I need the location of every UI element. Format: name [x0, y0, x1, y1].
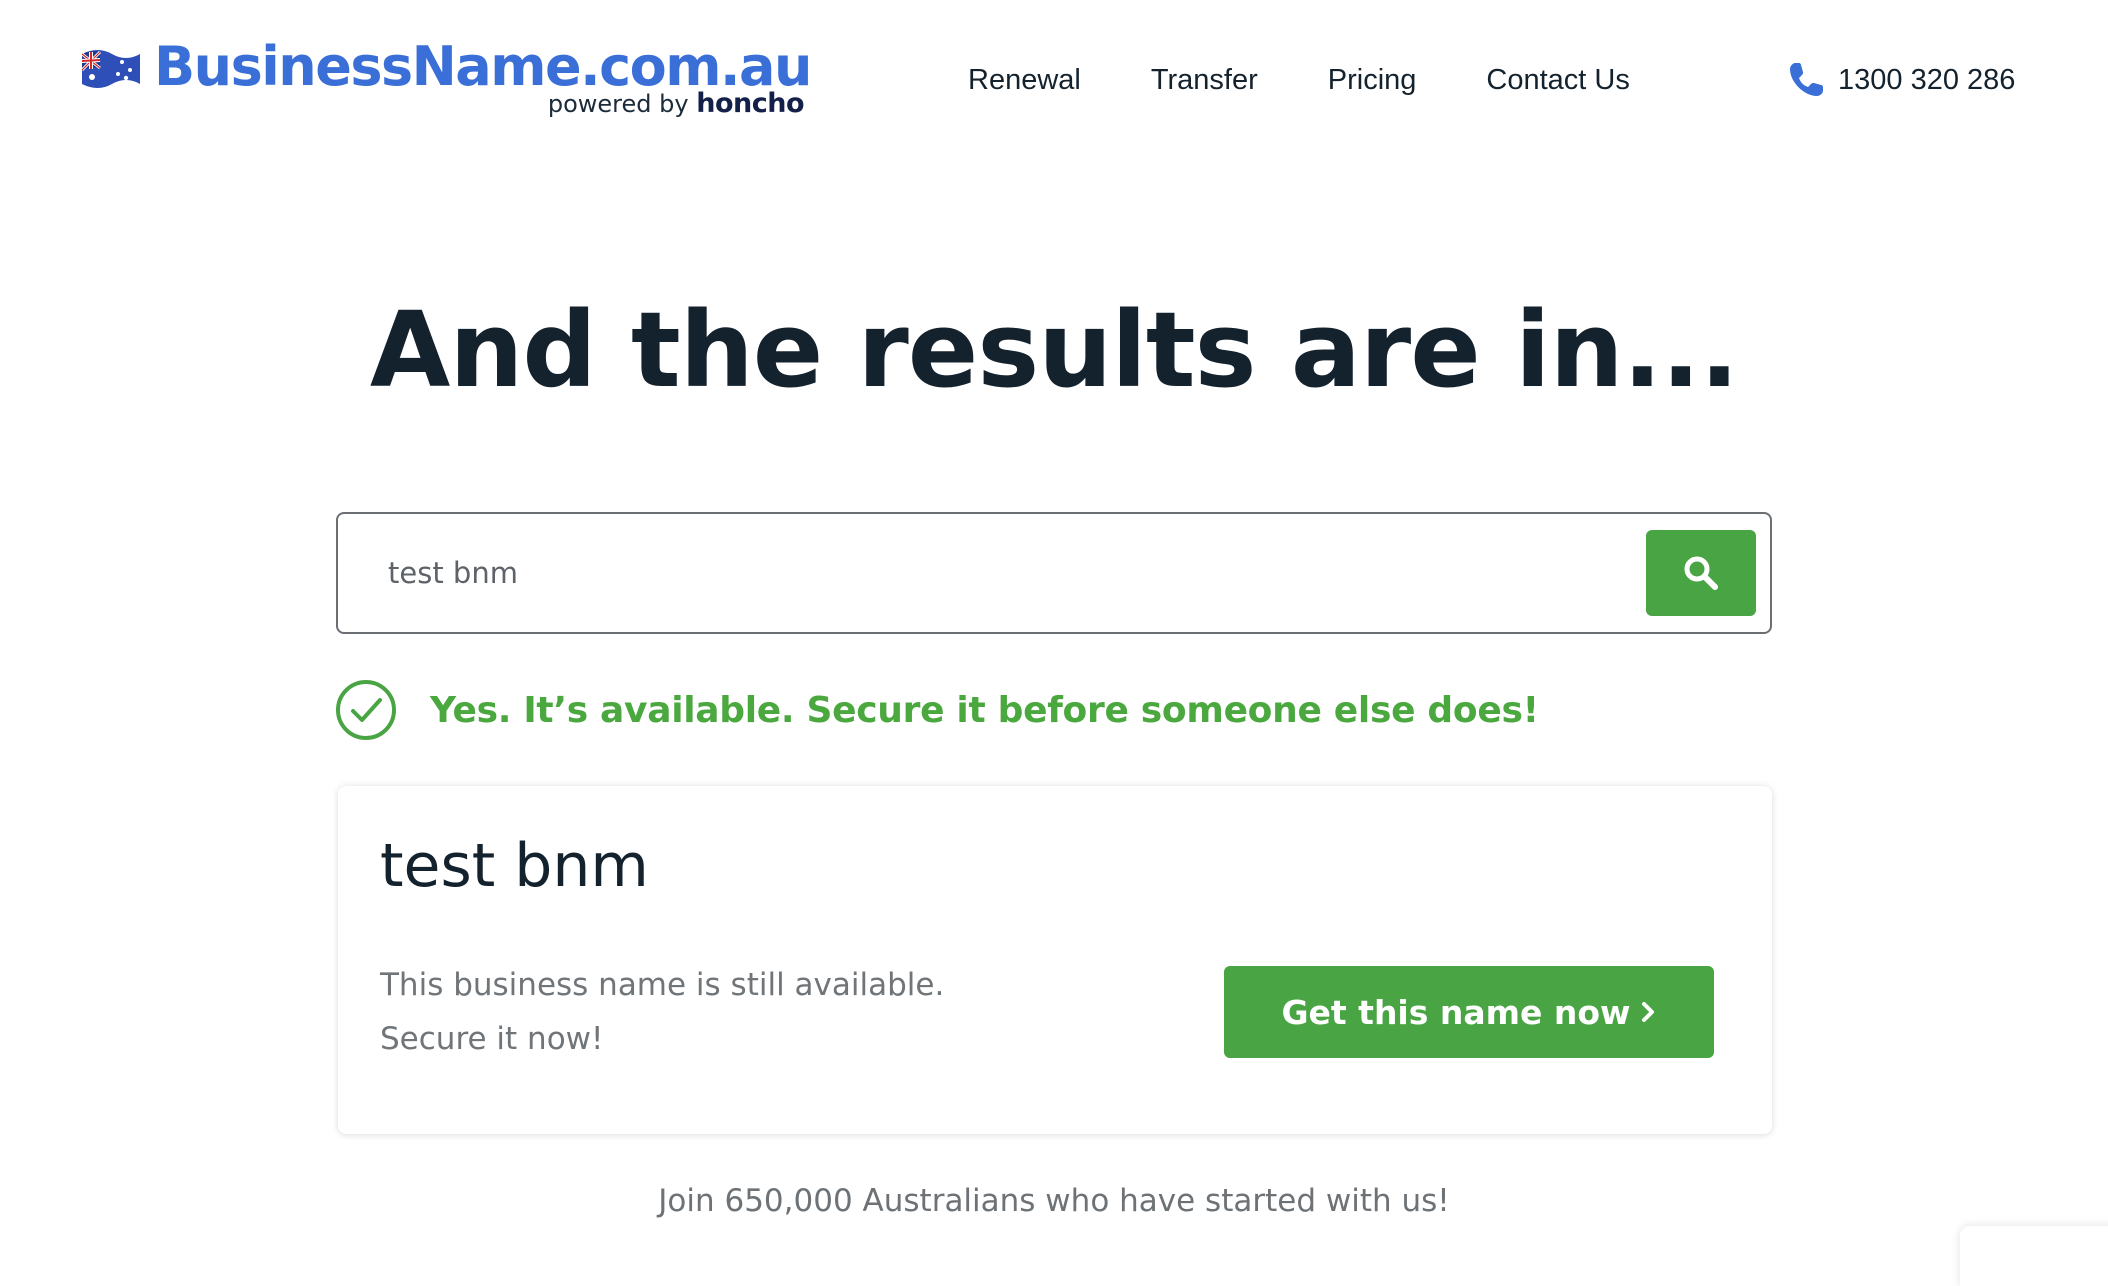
chat-widget-tab[interactable] — [1960, 1226, 2108, 1286]
result-description-line1: This business name is still available. — [380, 967, 945, 1003]
powered-by-brand: honcho — [696, 88, 804, 119]
availability-message: Yes. It’s available. Secure it before so… — [430, 689, 1539, 731]
search-bar — [336, 512, 1772, 634]
result-description: This business name is still available. S… — [380, 958, 1080, 1066]
check-circle-icon — [336, 680, 396, 740]
site-logo[interactable]: BusinessName.com.au powered by honcho — [78, 30, 818, 130]
logo-powered-by: powered by honcho — [547, 88, 805, 120]
nav-contact-us[interactable]: Contact Us — [1486, 58, 1629, 102]
search-icon — [1684, 556, 1718, 590]
nav-renewal[interactable]: Renewal — [968, 58, 1081, 102]
get-this-name-button[interactable]: Get this name now — [1224, 966, 1714, 1058]
phone-link[interactable]: 1300 320 286 — [1786, 58, 2015, 102]
get-this-name-label: Get this name now — [1281, 992, 1631, 1032]
powered-by-label: powered by — [547, 90, 689, 118]
result-description-line2: Secure it now! — [380, 1021, 604, 1057]
availability-status: Yes. It’s available. Secure it before so… — [334, 676, 1539, 744]
chevron-right-icon — [1641, 1002, 1654, 1022]
page-title: And the results are in... — [369, 289, 1739, 411]
australian-flag-icon — [80, 50, 140, 88]
nav-transfer[interactable]: Transfer — [1151, 58, 1258, 102]
search-input[interactable] — [388, 548, 1588, 598]
site-header: BusinessName.com.au powered by honcho Re… — [0, 0, 2108, 160]
main-nav: Renewal Transfer Pricing Contact Us — [968, 58, 1700, 102]
phone-number: 1300 320 286 — [1838, 64, 2016, 96]
result-card: test bnm This business name is still ava… — [338, 786, 1772, 1134]
result-business-name: test bnm — [380, 831, 649, 901]
search-button[interactable] — [1646, 530, 1756, 616]
social-proof-tagline: Join 650,000 Australians who have starte… — [658, 1183, 1450, 1219]
phone-icon — [1790, 63, 1823, 96]
nav-pricing[interactable]: Pricing — [1328, 58, 1417, 102]
